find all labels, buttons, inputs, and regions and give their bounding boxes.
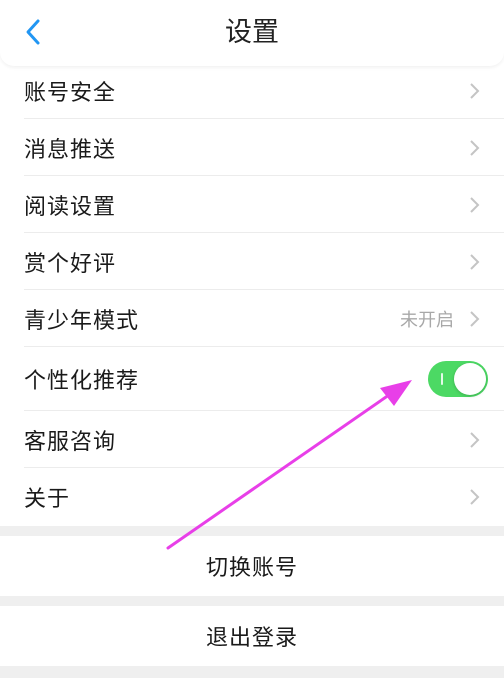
logout-button[interactable]: 退出登录 bbox=[0, 606, 504, 666]
chevron-right-icon bbox=[468, 253, 480, 271]
settings-item-personalized-recommendation: 个性化推荐 bbox=[0, 347, 504, 411]
settings-item-label: 个性化推荐 bbox=[24, 369, 140, 394]
toggle-knob bbox=[454, 363, 486, 395]
chevron-right-icon bbox=[468, 488, 480, 506]
settings-item-label: 赏个好评 bbox=[24, 251, 117, 277]
toggle-on-mark bbox=[441, 373, 443, 385]
chevron-right-icon bbox=[468, 196, 480, 214]
page-title: 设置 bbox=[225, 17, 279, 48]
settings-item-label: 客服咨询 bbox=[24, 429, 117, 455]
settings-item-reading-settings[interactable]: 阅读设置 bbox=[0, 176, 504, 233]
settings-item-teen-mode[interactable]: 青少年模式 未开启 bbox=[0, 290, 504, 347]
settings-item-label: 消息推送 bbox=[24, 137, 117, 163]
switch-account-button[interactable]: 切换账号 bbox=[0, 536, 504, 596]
chevron-right-icon bbox=[468, 310, 480, 328]
chevron-right-icon bbox=[468, 431, 480, 449]
section-divider bbox=[0, 526, 504, 536]
settings-list: 账号安全 消息推送 阅读设置 赏个好评 青少年模式 未开启 个性化推荐 客服咨询… bbox=[0, 62, 504, 525]
settings-item-account-security[interactable]: 账号安全 bbox=[0, 62, 504, 119]
settings-item-label: 青少年模式 bbox=[24, 308, 140, 334]
teen-mode-status: 未开启 bbox=[400, 309, 454, 331]
section-divider bbox=[0, 666, 504, 678]
section-divider bbox=[0, 596, 504, 606]
chevron-right-icon bbox=[468, 139, 480, 157]
settings-item-message-push[interactable]: 消息推送 bbox=[0, 119, 504, 176]
settings-item-label: 阅读设置 bbox=[24, 194, 117, 220]
settings-item-customer-service[interactable]: 客服咨询 bbox=[0, 411, 504, 468]
personalized-recommendation-toggle[interactable] bbox=[428, 361, 488, 397]
settings-item-label: 账号安全 bbox=[24, 80, 117, 106]
settings-item-rate-app[interactable]: 赏个好评 bbox=[0, 233, 504, 290]
settings-item-about[interactable]: 关于 bbox=[0, 468, 504, 525]
settings-item-label: 关于 bbox=[24, 486, 71, 512]
chevron-right-icon bbox=[468, 82, 480, 100]
nav-bar: 设置 bbox=[0, 0, 504, 66]
